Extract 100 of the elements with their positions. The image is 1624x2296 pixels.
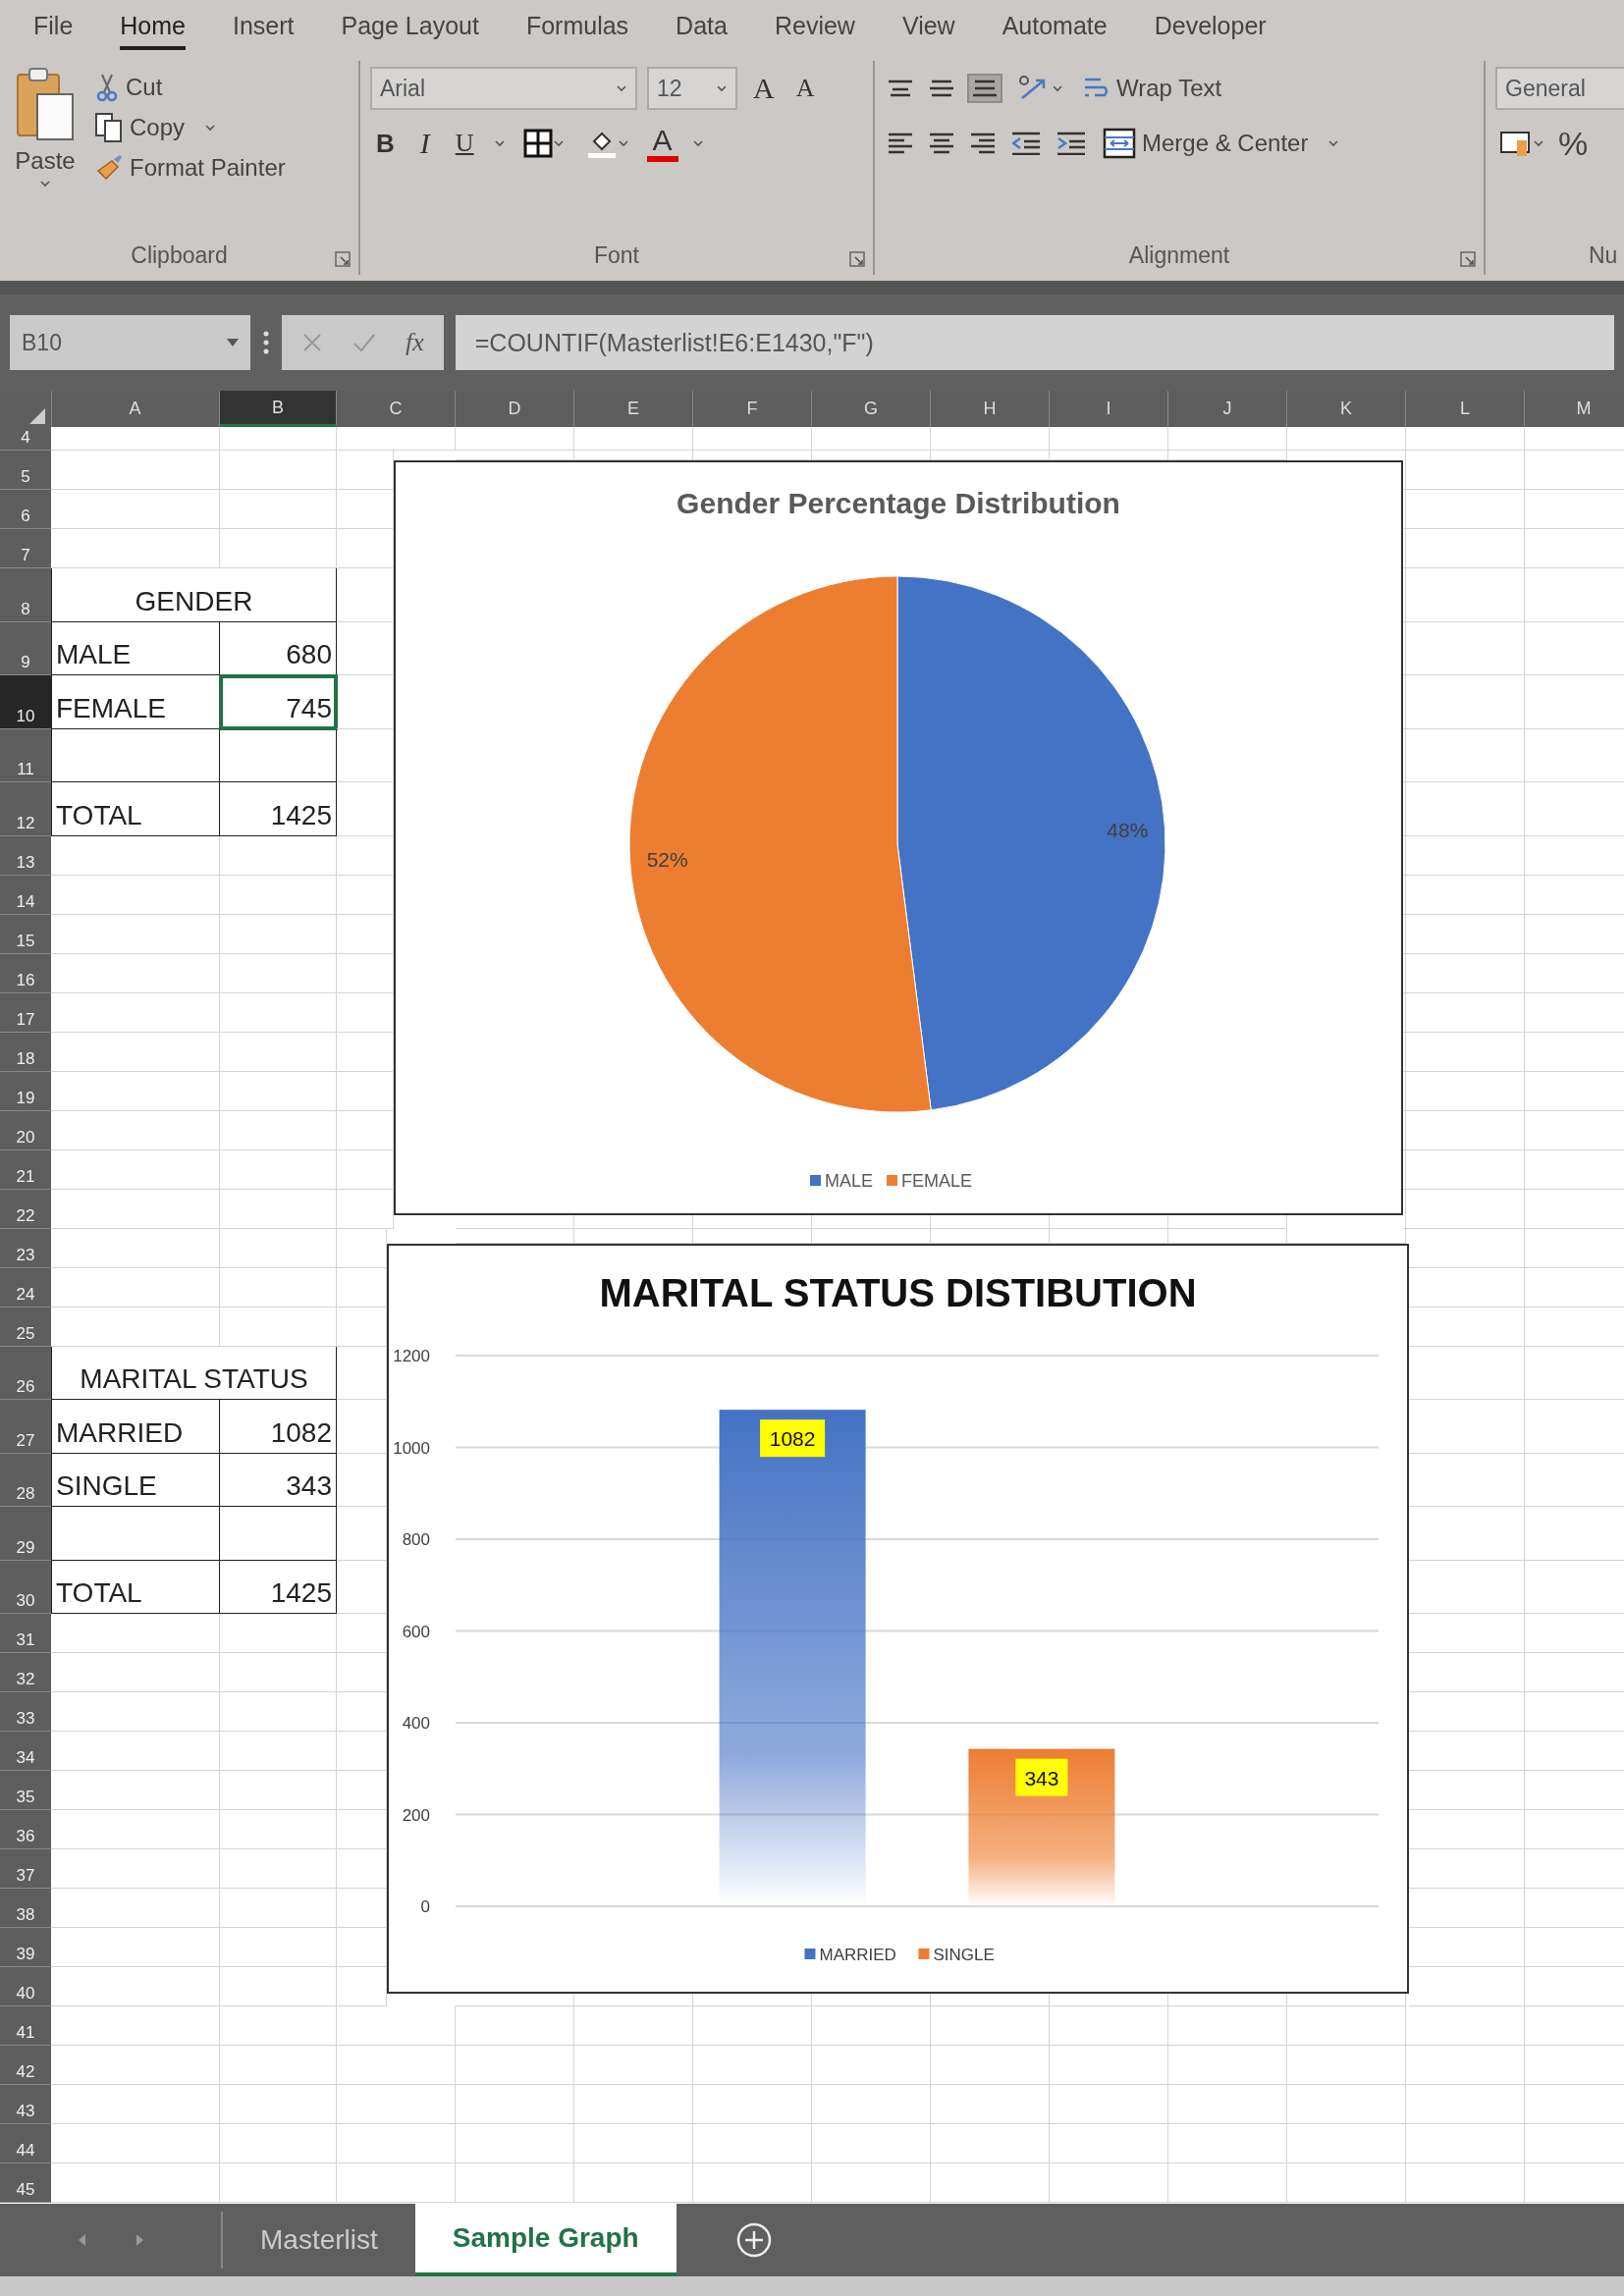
column-header[interactable]: C: [337, 391, 456, 427]
table-cell[interactable]: TOTAL: [51, 782, 220, 836]
row-header[interactable]: 4: [0, 427, 51, 451]
column-header[interactable]: I: [1050, 391, 1168, 427]
table-cell[interactable]: MALE: [51, 621, 220, 675]
row-header[interactable]: 24: [0, 1267, 51, 1308]
caret-icon[interactable]: [617, 138, 629, 148]
ribbon-tab[interactable]: Formulas: [525, 5, 629, 50]
column-header[interactable]: J: [1168, 391, 1287, 427]
dropdown-arrow-icon[interactable]: [227, 339, 239, 347]
name-box[interactable]: B10: [10, 315, 250, 370]
caret-icon[interactable]: [204, 123, 217, 133]
row-header[interactable]: 36: [0, 1810, 51, 1849]
row-header[interactable]: 21: [0, 1149, 51, 1190]
dialog-launcher-icon[interactable]: [849, 251, 865, 267]
ribbon-tab[interactable]: Page Layout: [341, 5, 479, 50]
ribbon-tab[interactable]: View: [901, 5, 955, 50]
grid-cell[interactable]: [51, 728, 220, 782]
table-cell[interactable]: GENDER: [51, 568, 337, 622]
insert-function-button[interactable]: fx: [406, 328, 424, 357]
next-sheet-icon[interactable]: [135, 2233, 145, 2247]
row-header[interactable]: 20: [0, 1110, 51, 1150]
row-header[interactable]: 18: [0, 1032, 51, 1072]
font-color-button[interactable]: A: [646, 125, 678, 162]
row-header[interactable]: 12: [0, 782, 51, 836]
checkmark-icon[interactable]: [352, 332, 376, 353]
row-header[interactable]: 41: [0, 2006, 51, 2046]
row-header[interactable]: 40: [0, 1967, 51, 2006]
ribbon-tab[interactable]: Review: [774, 5, 855, 50]
row-header[interactable]: 15: [0, 914, 51, 954]
number-format-field[interactable]: General: [1495, 67, 1624, 110]
column-header[interactable]: H: [931, 391, 1050, 427]
row-header[interactable]: 19: [0, 1071, 51, 1111]
caret-icon[interactable]: [616, 83, 627, 93]
column-header[interactable]: M: [1525, 391, 1624, 427]
grow-font-button[interactable]: A: [747, 70, 781, 107]
row-header[interactable]: 5: [0, 451, 51, 490]
table-cell[interactable]: TOTAL: [51, 1560, 220, 1614]
table-cell[interactable]: 1425: [220, 1560, 337, 1614]
column-header[interactable]: B: [220, 391, 337, 427]
copy-button[interactable]: Copy: [90, 110, 290, 145]
wrap-text-button[interactable]: Wrap Text: [1077, 72, 1226, 105]
row-header[interactable]: 14: [0, 875, 51, 915]
more-options-icon[interactable]: [262, 331, 270, 354]
bold-button[interactable]: B: [370, 126, 401, 161]
row-header[interactable]: 42: [0, 2046, 51, 2085]
italic-button[interactable]: I: [413, 125, 436, 162]
column-header[interactable]: E: [574, 391, 693, 427]
table-cell[interactable]: 1425: [220, 782, 337, 836]
table-cell[interactable]: 680: [220, 621, 337, 675]
caret-icon[interactable]: [1327, 138, 1340, 148]
row-header[interactable]: 31: [0, 1614, 51, 1653]
row-header[interactable]: 6: [0, 490, 51, 529]
grid-cell[interactable]: [220, 728, 337, 782]
caret-icon[interactable]: [1052, 83, 1063, 93]
shrink-font-button[interactable]: A: [789, 72, 821, 105]
table-cell[interactable]: 343: [220, 1453, 337, 1507]
dialog-launcher-icon[interactable]: [335, 251, 351, 267]
row-header[interactable]: 45: [0, 2163, 51, 2203]
row-header[interactable]: 37: [0, 1849, 51, 1889]
row-header[interactable]: 30: [0, 1560, 51, 1614]
row-header[interactable]: 32: [0, 1653, 51, 1692]
row-header[interactable]: 28: [0, 1453, 51, 1507]
row-header[interactable]: 17: [0, 992, 51, 1033]
row-header[interactable]: 22: [0, 1189, 51, 1229]
row-header[interactable]: 27: [0, 1400, 51, 1454]
paste-button[interactable]: Paste: [10, 61, 81, 236]
table-cell[interactable]: MARITAL STATUS: [51, 1346, 337, 1400]
row-header[interactable]: 33: [0, 1692, 51, 1732]
merge-center-button[interactable]: Merge & Center: [1099, 126, 1344, 161]
table-cell[interactable]: FEMALE: [51, 675, 220, 729]
row-header[interactable]: 8: [0, 568, 51, 622]
caret-icon[interactable]: [1533, 138, 1544, 148]
row-header[interactable]: 16: [0, 953, 51, 993]
table-cell[interactable]: MARRIED: [51, 1400, 220, 1454]
grid-cell[interactable]: [51, 1507, 220, 1561]
ribbon-tab[interactable]: Insert: [233, 5, 295, 50]
caret-icon[interactable]: [552, 138, 565, 148]
ribbon-tab[interactable]: File: [33, 5, 74, 50]
row-header[interactable]: 34: [0, 1732, 51, 1771]
column-header[interactable]: F: [693, 391, 812, 427]
row-header[interactable]: 25: [0, 1307, 51, 1347]
sheet-tab[interactable]: Masterlist: [223, 2204, 415, 2276]
font-name-dropdown[interactable]: Arial: [370, 67, 637, 110]
row-header[interactable]: 26: [0, 1346, 51, 1400]
cancel-icon[interactable]: [301, 332, 323, 353]
caret-icon[interactable]: [39, 179, 51, 188]
cut-button[interactable]: Cut: [90, 71, 290, 104]
caret-icon[interactable]: [493, 138, 506, 148]
format-painter-button[interactable]: Format Painter: [90, 151, 290, 185]
row-header[interactable]: 10: [0, 675, 51, 729]
column-header[interactable]: G: [812, 391, 931, 427]
grid-cell[interactable]: [220, 1507, 337, 1561]
ribbon-tab[interactable]: Data: [676, 5, 728, 50]
font-size-dropdown[interactable]: 12: [647, 67, 737, 110]
align-bottom-button[interactable]: [967, 74, 1002, 103]
table-cell[interactable]: 745: [220, 675, 337, 729]
column-header[interactable]: L: [1406, 391, 1525, 427]
table-cell[interactable]: SINGLE: [51, 1453, 220, 1507]
row-header[interactable]: 13: [0, 835, 51, 876]
